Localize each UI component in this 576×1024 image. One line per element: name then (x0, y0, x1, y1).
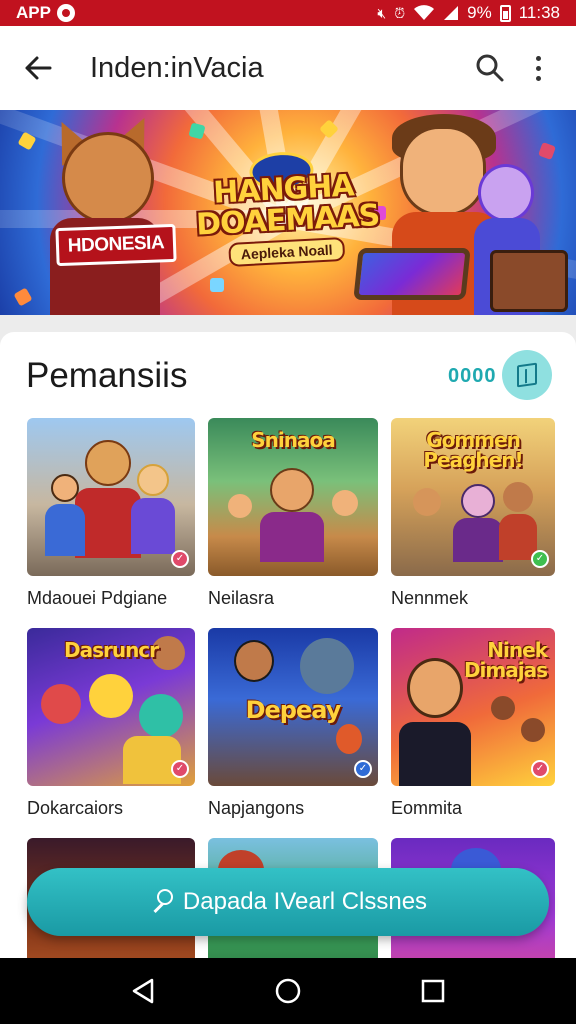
game-card[interactable]: ✓ Mdaouei Pdgiane (27, 418, 195, 628)
app-bar: Inden:inVacia (0, 26, 576, 110)
status-app-label: APP (16, 3, 51, 22)
status-left: APP (16, 3, 75, 23)
game-label: Eommita (391, 798, 463, 818)
arrow-left-icon (25, 56, 52, 80)
favorite-badge-icon: ✓ (171, 550, 189, 568)
game-card[interactable]: Sninaoa Neilasra (208, 418, 378, 628)
status-right: 🔇︎ ⏰︎ 9% 11:38 (377, 3, 560, 23)
game-card[interactable]: Dasruncr ✓ Dokarcaiors (27, 628, 195, 838)
banner-flag: HDONESIA (55, 223, 177, 267)
section-action-button[interactable] (502, 350, 552, 400)
game-thumbnail: Depeay ✓ (208, 628, 378, 786)
game-thumbnail-title: Gommen Peaghen! (423, 428, 523, 472)
nav-home-button[interactable] (266, 969, 310, 1013)
game-card[interactable]: Gommen Peaghen! ✓ Nennmek (391, 418, 555, 628)
status-time: 11:38 (518, 3, 560, 22)
recents-square-icon (422, 979, 445, 1003)
search-icon (476, 54, 504, 82)
game-card[interactable]: Depeay ✓ Napjangons (208, 628, 378, 838)
alarm-icon: ⏰︎ (394, 4, 406, 21)
mute-icon: 🔇︎ (377, 4, 387, 21)
favorite-badge-icon: ✓ (531, 760, 549, 778)
book-icon (517, 362, 537, 388)
status-bar: APP 🔇︎ ⏰︎ 9% 11:38 (0, 0, 576, 26)
section-title: Pemansiis (26, 356, 188, 395)
check-badge-icon: ✓ (531, 550, 549, 568)
signal-icon (444, 6, 459, 20)
search-button[interactable] (466, 44, 514, 92)
nav-back-button[interactable] (121, 969, 165, 1013)
battery-icon (499, 4, 511, 22)
game-thumbnail: ✓ (27, 418, 195, 576)
banner-logo: HANGHA DOAEMAAS Aepleka Noall (194, 150, 381, 268)
back-button[interactable] (14, 44, 62, 92)
home-circle-icon (275, 978, 301, 1004)
favorite-badge-icon: ✓ (171, 760, 189, 778)
game-thumbnail-title: Depeay (245, 696, 342, 724)
game-label: Nennmek (391, 588, 469, 608)
back-triangle-icon (132, 978, 153, 1004)
game-thumbnail: Dasruncr ✓ (27, 628, 195, 786)
wifi-icon (414, 5, 435, 20)
game-label: Neilasra (208, 588, 275, 608)
microphone-icon (149, 889, 173, 915)
game-thumbnail-title: Sninaoa (251, 428, 335, 452)
nav-recents-button[interactable] (411, 969, 455, 1013)
game-label: Napjangons (208, 798, 305, 818)
battery-text: 9% (467, 3, 492, 22)
info-badge-icon: ✓ (354, 760, 372, 778)
game-card[interactable]: Ninek Dimajas ✓ Eommita (391, 628, 555, 838)
banner-subtitle: Aepleka Noall (228, 236, 346, 267)
banner-title-line2: DOAEMAAS (195, 198, 381, 243)
more-vertical-icon (535, 55, 541, 81)
section-count: 0000 (448, 365, 497, 387)
game-thumbnail-title: Ninek Dimajas (463, 638, 548, 682)
more-button[interactable] (514, 44, 562, 92)
page-title: Inden:inVacia (90, 51, 264, 84)
game-thumbnail: Gommen Peaghen! ✓ (391, 418, 555, 576)
app-icon (56, 4, 75, 22)
game-thumbnail-title: Dasruncr (63, 638, 159, 662)
game-label: Dokarcaiors (27, 798, 124, 818)
promo-banner[interactable]: HDONESIA HANGHA DOAEMAAS Aepleka Noall (0, 110, 576, 315)
voice-action-button[interactable]: Dapada IVearl Clssnes (27, 868, 549, 936)
game-thumbnail: Ninek Dimajas ✓ (391, 628, 555, 786)
game-label: Mdaouei Pdgiane (27, 588, 168, 608)
system-nav-bar (0, 958, 576, 1024)
game-thumbnail: Sninaoa (208, 418, 378, 576)
voice-action-label: Dapada IVearl Clssnes (182, 888, 428, 915)
